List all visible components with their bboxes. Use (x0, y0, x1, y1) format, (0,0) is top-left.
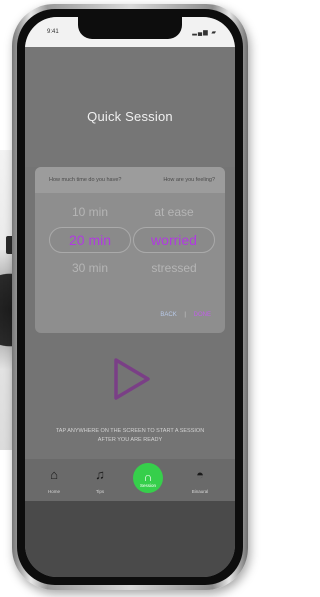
start-hint-line: TAP ANYWHERE ON THE SCREEN TO START A SE… (55, 428, 205, 434)
active-tab-indicator: ∩ (133, 463, 163, 493)
duration-header: How much time do you have? (49, 177, 122, 183)
tab-session[interactable]: ∩ Session (125, 459, 171, 501)
session-picker: How much time do you have? How are you f… (35, 167, 225, 333)
duration-option[interactable]: 10 min (49, 201, 131, 223)
back-button[interactable]: BACK (160, 312, 176, 318)
mood-selected[interactable]: worried (133, 227, 215, 253)
picker-header: How much time do you have? How are you f… (35, 167, 225, 193)
play-button[interactable] (108, 357, 152, 401)
headphones-alt-icon: ◓ (196, 467, 204, 482)
mood-option[interactable]: at ease (133, 201, 215, 223)
tab-binaural[interactable]: ◓ Binaural (177, 459, 223, 501)
picker-actions: BACK | DONE (160, 312, 211, 318)
tab-bar: ⌂ Home ♫ Tips ∩ Session ◓ Binaural (25, 459, 235, 501)
play-icon (114, 358, 150, 400)
duration-selected[interactable]: 20 min (49, 227, 131, 253)
app-header (25, 47, 235, 167)
mood-header: How are you feeling? (163, 177, 215, 183)
home-icon: ⌂ (50, 467, 58, 482)
mood-wheel[interactable]: at ease worried stressed (133, 201, 215, 279)
start-hint-line: AFTER YOU ARE READY (97, 437, 163, 443)
tab-tips[interactable]: ♫ Tips (77, 459, 123, 501)
mood-option[interactable]: stressed (133, 257, 215, 279)
music-note-icon: ♫ (95, 467, 105, 482)
duration-wheel[interactable]: 10 min 20 min 30 min (49, 201, 131, 279)
done-button[interactable]: DONE (194, 312, 211, 318)
tab-home[interactable]: ⌂ Home (31, 459, 77, 501)
duration-option[interactable]: 30 min (49, 257, 131, 279)
home-indicator-area (25, 501, 235, 577)
divider: | (184, 312, 186, 318)
phone-screen: 9:41 ▂▄▆ ▰ Quick Session How much time d… (25, 17, 235, 577)
phone-frame: 9:41 ▂▄▆ ▰ Quick Session How much time d… (12, 4, 248, 590)
tab-label: Tips (95, 489, 105, 494)
phone-bezel: 9:41 ▂▄▆ ▰ Quick Session How much time d… (17, 9, 243, 585)
tab-label: Session (139, 483, 156, 488)
start-hint: TAP ANYWHERE ON THE SCREEN TO START A SE… (43, 427, 217, 445)
signal-battery-icon: ▂▄▆ ▰ (192, 30, 217, 36)
tab-label: Home (47, 489, 60, 494)
notch (78, 17, 182, 39)
headphones-icon: ∩ (143, 470, 153, 484)
tab-label: Binaural (191, 489, 209, 494)
status-time: 9:41 (47, 29, 59, 35)
page-title: Quick Session (87, 109, 173, 124)
